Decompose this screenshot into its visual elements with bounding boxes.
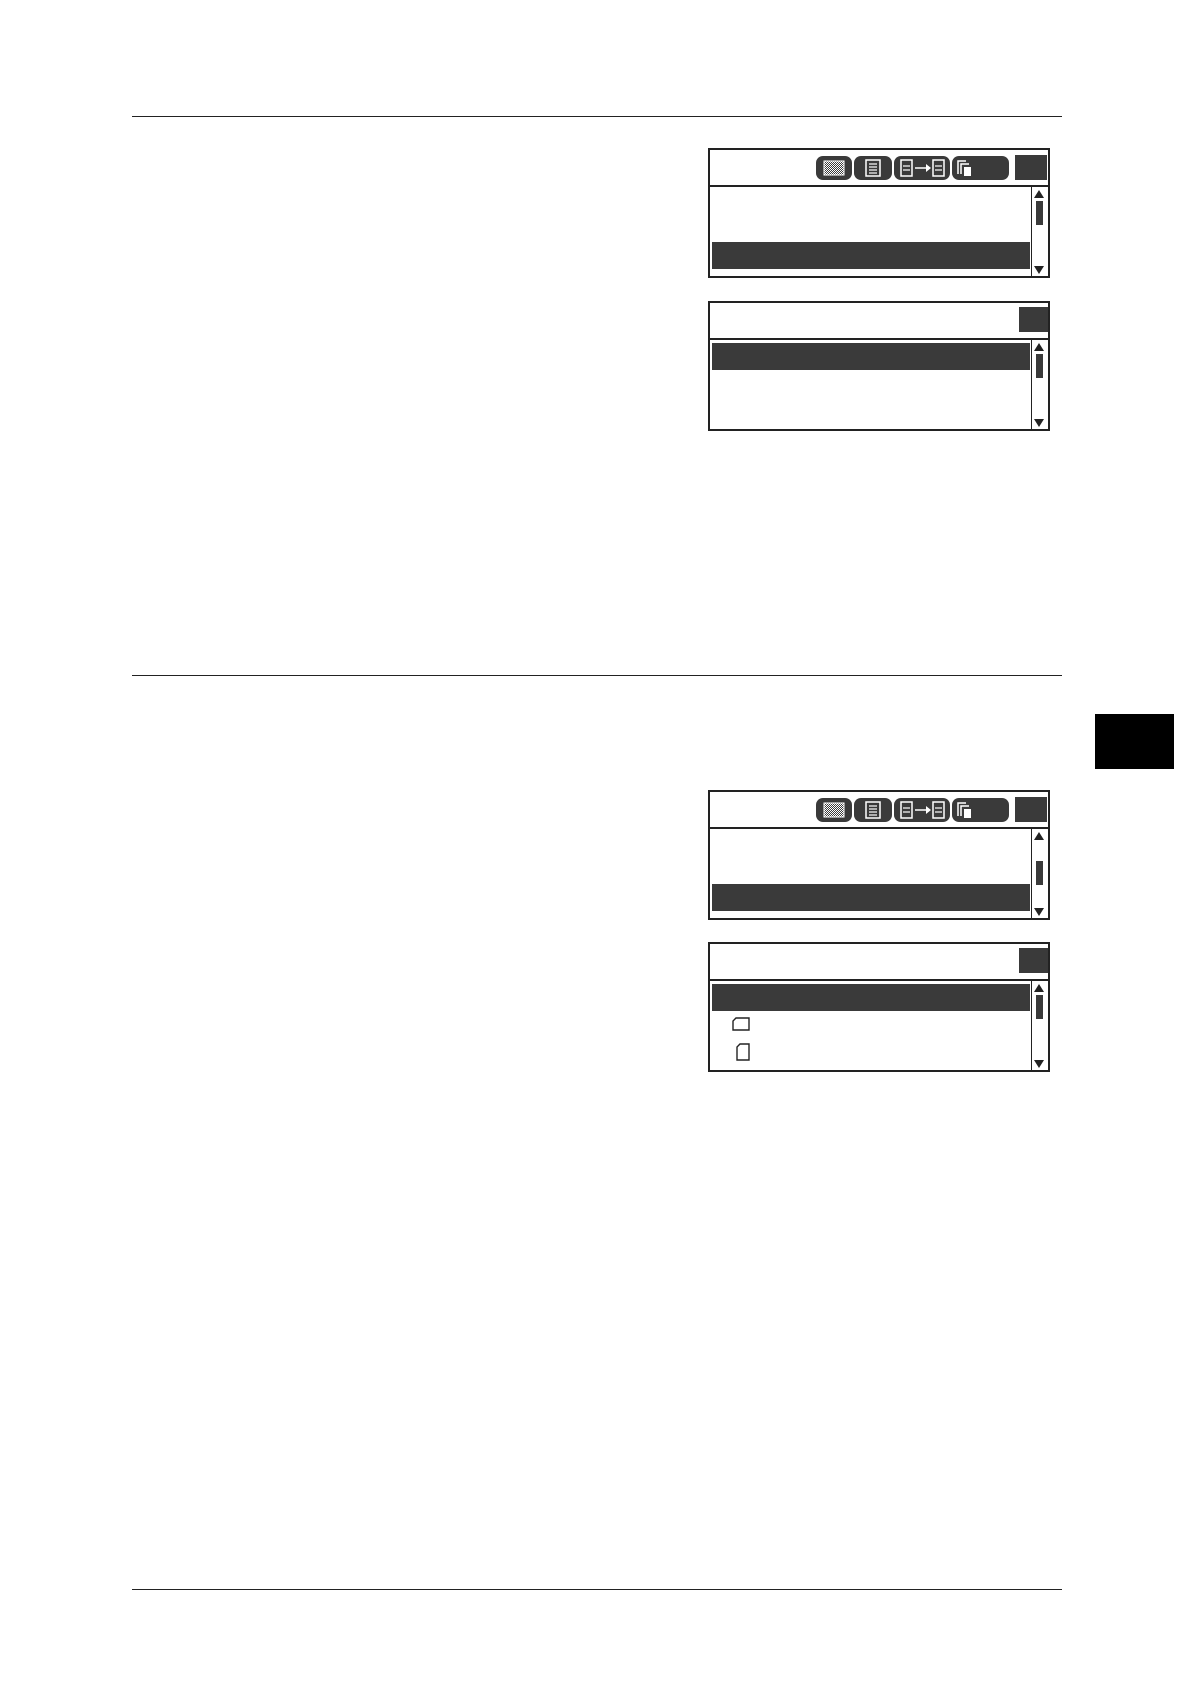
list-item[interactable]	[712, 857, 1030, 884]
scroll-up-icon[interactable]	[1034, 832, 1044, 840]
scrollbar[interactable]	[1031, 339, 1047, 429]
landscape-paper-icon	[732, 1017, 750, 1031]
list-item[interactable]	[712, 370, 1030, 397]
list-item-selected[interactable]	[712, 242, 1030, 269]
list-item[interactable]	[712, 215, 1030, 242]
original-type-icon[interactable]	[854, 156, 892, 180]
copy-feature-icons	[816, 156, 1009, 180]
lcd-header	[710, 944, 1048, 981]
lcd-panel-copy-status-3	[708, 790, 1050, 920]
scroll-thumb[interactable]	[1036, 201, 1043, 225]
collate-icon[interactable]	[952, 156, 1009, 180]
scroll-down-icon[interactable]	[1034, 419, 1044, 427]
lcd-panel-copy-status-1	[708, 148, 1050, 278]
header-indicator-block	[1019, 307, 1048, 332]
scroll-up-icon[interactable]	[1034, 984, 1044, 992]
header-indicator-block	[1015, 155, 1047, 180]
lcd-header	[710, 150, 1048, 187]
collate-icon[interactable]	[952, 798, 1009, 822]
original-type-icon[interactable]	[854, 798, 892, 822]
list-item[interactable]	[712, 188, 1030, 215]
list-item[interactable]	[712, 1011, 1030, 1038]
image-quality-icon[interactable]	[816, 798, 852, 822]
header-indicator-block	[1015, 797, 1047, 822]
lcd-menu-list	[710, 980, 1048, 1070]
scroll-thumb[interactable]	[1036, 995, 1043, 1019]
lcd-panel-submenu-2	[708, 301, 1050, 431]
header-indicator-block	[1019, 948, 1048, 973]
chapter-tab	[1095, 714, 1174, 769]
scroll-down-icon[interactable]	[1034, 908, 1044, 916]
list-item-selected[interactable]	[712, 343, 1030, 370]
scroll-up-icon[interactable]	[1034, 190, 1044, 198]
scrollbar[interactable]	[1031, 828, 1047, 918]
portrait-paper-icon	[736, 1043, 750, 1061]
lcd-panel-submenu-4	[708, 942, 1050, 1072]
lcd-menu-list	[710, 186, 1048, 276]
scrollbar[interactable]	[1031, 980, 1047, 1070]
lcd-menu-list	[710, 339, 1048, 429]
scroll-thumb[interactable]	[1036, 354, 1043, 378]
scroll-down-icon[interactable]	[1034, 266, 1044, 274]
lcd-header	[710, 303, 1048, 340]
footer-rule	[132, 1589, 1062, 1590]
scrollbar[interactable]	[1031, 186, 1047, 276]
header-rule	[132, 116, 1062, 117]
lcd-header	[710, 792, 1048, 829]
list-item-selected[interactable]	[712, 984, 1030, 1011]
duplex-icon[interactable]	[894, 798, 950, 822]
duplex-icon[interactable]	[894, 156, 950, 180]
scroll-down-icon[interactable]	[1034, 1060, 1044, 1068]
copy-feature-icons	[816, 798, 1009, 822]
list-item[interactable]	[712, 830, 1030, 857]
list-item[interactable]	[712, 1038, 1030, 1065]
scroll-thumb[interactable]	[1036, 861, 1043, 885]
image-quality-icon[interactable]	[816, 156, 852, 180]
scroll-up-icon[interactable]	[1034, 343, 1044, 351]
list-item[interactable]	[712, 397, 1030, 424]
list-item-selected[interactable]	[712, 884, 1030, 911]
section-divider-rule	[132, 675, 1062, 676]
lcd-menu-list	[710, 828, 1048, 918]
